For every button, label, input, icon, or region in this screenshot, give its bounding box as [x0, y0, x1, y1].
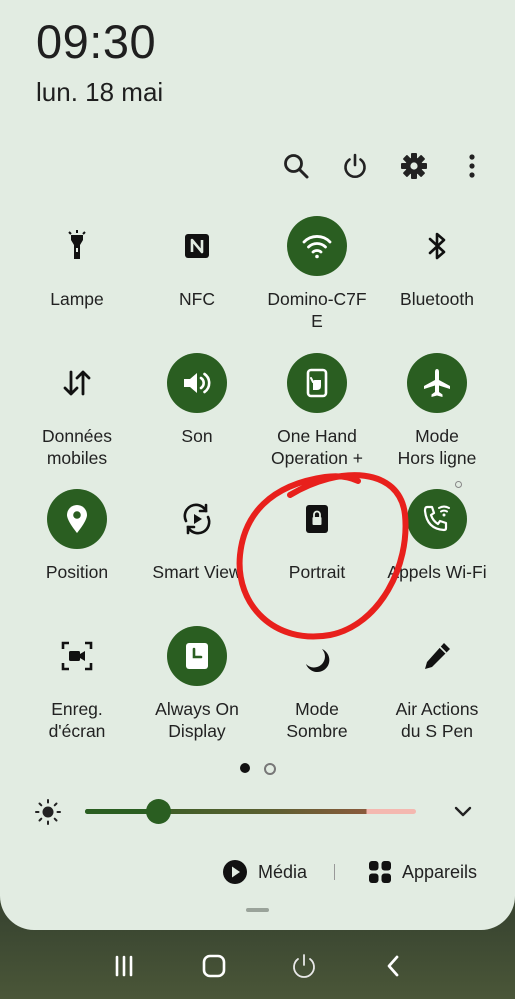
- tile-one-hand[interactable]: One Hand Operation +: [257, 353, 377, 469]
- pen-icon: [407, 626, 467, 686]
- flashlight-icon: [47, 216, 107, 276]
- clock: 09:30: [36, 15, 157, 68]
- tile-label: Données mobiles: [41, 426, 113, 468]
- location-icon: [47, 489, 107, 549]
- devices-grid-icon: [369, 861, 391, 883]
- page-indicator-active[interactable]: [240, 763, 250, 773]
- tile-label: Mode Hors ligne: [397, 426, 477, 468]
- back-icon[interactable]: [374, 946, 414, 986]
- small-indicator-dot: [455, 481, 462, 488]
- tile-always-on-display[interactable]: Always On Display: [137, 626, 257, 742]
- tile-label: Mode Sombre: [286, 699, 348, 741]
- tile-nfc[interactable]: NFC: [137, 216, 257, 310]
- airplane-icon: [407, 353, 467, 413]
- devices-label: Appareils: [402, 861, 478, 882]
- tile-label: NFC: [179, 289, 215, 309]
- date: lun. 18 mai: [36, 77, 164, 107]
- brightness-icon: [33, 797, 63, 827]
- gear-icon[interactable]: [396, 148, 432, 184]
- smart-view-icon: [167, 489, 227, 549]
- media-label: Média: [258, 861, 308, 882]
- tile-label: Air Actions du S Pen: [395, 699, 479, 741]
- play-icon: [223, 860, 247, 884]
- tile-label: Enreg. d'écran: [48, 699, 106, 741]
- tile-label: Domino-C7F E: [267, 289, 367, 331]
- tile-son[interactable]: Son: [137, 353, 257, 447]
- devices-button[interactable]: Appareils: [368, 856, 477, 888]
- media-button[interactable]: Média: [222, 856, 307, 888]
- page-indicator[interactable]: [264, 763, 276, 775]
- tile-wifi-calling[interactable]: Appels Wi-Fi: [377, 489, 497, 583]
- sound-icon: [167, 353, 227, 413]
- wifi-icon: [287, 216, 347, 276]
- tile-dark-mode[interactable]: Mode Sombre: [257, 626, 377, 742]
- more-vertical-icon[interactable]: [454, 148, 490, 184]
- tile-label: Bluetooth: [400, 289, 474, 309]
- tile-airplane[interactable]: Mode Hors ligne: [377, 353, 497, 469]
- tile-wifi[interactable]: Domino-C7F E: [257, 216, 377, 332]
- always-on-display-icon: [167, 626, 227, 686]
- home-icon[interactable]: [194, 946, 234, 986]
- recent-apps-icon[interactable]: [104, 946, 144, 986]
- tile-mobile-data[interactable]: Données mobiles: [17, 353, 137, 469]
- tile-label: Lampe: [50, 289, 104, 309]
- tile-bluetooth[interactable]: Bluetooth: [377, 216, 497, 310]
- tile-label: Appels Wi-Fi: [387, 562, 487, 582]
- wifi-calling-icon: [407, 489, 467, 549]
- screen-record-icon: [47, 626, 107, 686]
- search-icon[interactable]: [278, 148, 314, 184]
- brightness-slider[interactable]: [85, 795, 416, 827]
- tile-label: Position: [45, 562, 109, 582]
- divider: [334, 864, 335, 880]
- power-icon[interactable]: [284, 946, 324, 986]
- tile-label: One Hand Operation +: [271, 426, 363, 468]
- tile-air-actions[interactable]: Air Actions du S Pen: [377, 626, 497, 742]
- tile-screen-record[interactable]: Enreg. d'écran: [17, 626, 137, 742]
- tile-label: Smart View: [152, 562, 242, 582]
- chevron-down-icon[interactable]: [451, 800, 475, 824]
- tile-label: Always On Display: [155, 699, 239, 741]
- tile-position[interactable]: Position: [17, 489, 137, 583]
- power-icon[interactable]: [337, 148, 373, 184]
- tile-label: Portrait: [288, 562, 346, 582]
- nfc-icon: [167, 216, 227, 276]
- tile-portrait[interactable]: Portrait: [257, 489, 377, 583]
- bluetooth-icon: [407, 216, 467, 276]
- tile-label: Son: [181, 426, 213, 446]
- tile-smart-view[interactable]: Smart View: [137, 489, 257, 583]
- moon-icon: [287, 626, 347, 686]
- panel-drag-handle[interactable]: [246, 908, 269, 912]
- mobile-data-icon: [47, 353, 107, 413]
- one-hand-icon: [287, 353, 347, 413]
- quick-settings-panel: 09:30 lun. 18 mai Lampe NFC Domino-C7F E…: [0, 0, 515, 930]
- portrait-lock-icon: [287, 489, 347, 549]
- brightness-thumb[interactable]: [146, 799, 171, 824]
- tile-lampe[interactable]: Lampe: [17, 216, 137, 310]
